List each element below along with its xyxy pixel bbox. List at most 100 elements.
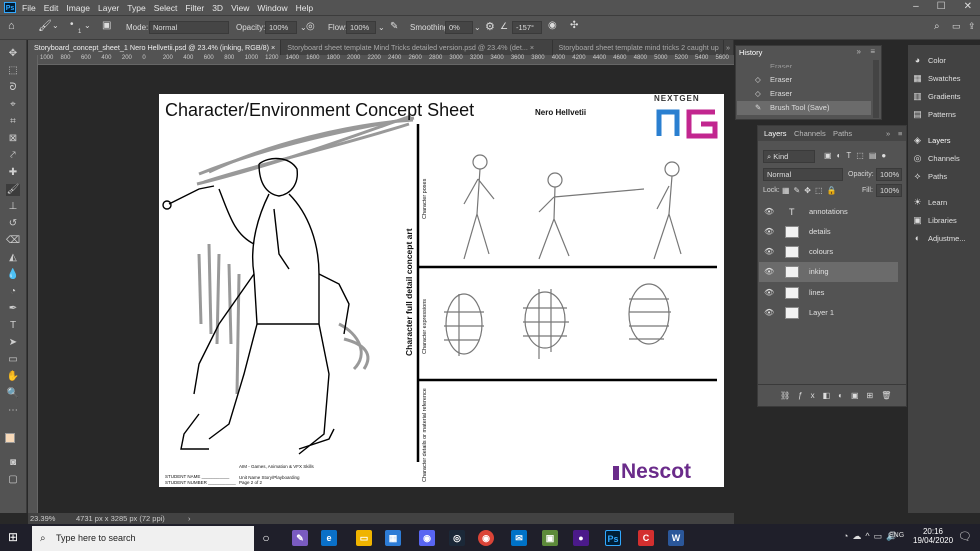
windows-start-icon[interactable]: ⊞ <box>8 530 18 544</box>
mail-icon[interactable]: ✉ <box>511 530 527 546</box>
dock-adjustments[interactable]: ◐ Adjustme... <box>912 233 966 244</box>
menu-3d[interactable]: 3D <box>212 3 223 13</box>
blur-tool-icon[interactable]: 💧 <box>6 269 20 281</box>
tab-channels[interactable]: Channels <box>794 129 826 138</box>
lock-icons[interactable]: ▦✎✥⬚🔒 <box>782 186 840 195</box>
more-tools-icon[interactable]: ⋯ <box>6 405 20 417</box>
eye-icon[interactable]: 👁 <box>764 262 774 282</box>
panel-menu-icon[interactable]: ≡ <box>870 47 875 56</box>
brush-tool-icon[interactable]: 🖌 <box>38 19 52 32</box>
screen-mode-icon[interactable]: ▢ <box>6 474 20 486</box>
layer-filter-icons[interactable]: ▣◐T⬚▤● <box>824 151 891 160</box>
pressure-opacity-icon[interactable]: ◎ <box>306 21 315 32</box>
history-brush-icon[interactable]: ↺ <box>6 218 20 230</box>
brush-chevron-icon[interactable]: ⌄ <box>84 21 91 30</box>
dock-color[interactable]: ◕ Color <box>912 55 946 66</box>
document-canvas[interactable]: Character/Environment Concept Sheet Nero… <box>159 94 724 487</box>
language-indicator[interactable]: ENG <box>889 532 904 539</box>
steam-icon[interactable]: ◎ <box>449 530 465 546</box>
eye-icon[interactable]: 👁 <box>764 242 774 262</box>
quick-select-icon[interactable]: ⌖ <box>6 99 20 111</box>
gear-icon[interactable]: ⚙ <box>485 20 495 33</box>
file-explorer-icon[interactable]: ▭ <box>356 530 372 546</box>
chrome-icon[interactable]: ◉ <box>478 530 494 546</box>
eraser-tool-icon[interactable]: ⌫ <box>6 235 20 247</box>
fill-input[interactable]: 100% <box>876 184 902 197</box>
quick-mask-icon[interactable]: ◙ <box>6 457 20 469</box>
status-arrow-icon[interactable]: › <box>188 513 191 524</box>
symmetry-icon[interactable]: ✣ <box>570 20 578 31</box>
flow-input[interactable]: 100% <box>346 21 376 34</box>
taskbar-clock[interactable]: 20:16 19/04/2020 <box>913 527 953 545</box>
maximize-icon[interactable]: ☐ <box>937 1 946 12</box>
foreground-color-swatch[interactable] <box>5 433 15 443</box>
menu-type[interactable]: Type <box>127 3 145 13</box>
tab-close-icon[interactable]: × <box>530 43 534 52</box>
healing-brush-icon[interactable]: ✚ <box>6 167 20 179</box>
word-icon[interactable]: W <box>668 530 684 546</box>
path-select-icon[interactable]: ➤ <box>6 337 20 349</box>
paint-bucket-icon[interactable]: ◭ <box>6 252 20 264</box>
tab-storyboard-mind-tricks-detailed[interactable]: Storyboard sheet template Mind Tricks de… <box>281 40 553 55</box>
zoom-tool-icon[interactable]: 🔍 <box>6 388 20 400</box>
panel-menu-icon[interactable]: ≡ <box>898 129 902 138</box>
panel-collapse-icon[interactable]: » <box>857 47 861 56</box>
minimize-icon[interactable]: – <box>913 1 919 12</box>
menu-view[interactable]: View <box>231 3 249 13</box>
menu-help[interactable]: Help <box>296 3 313 13</box>
menu-filter[interactable]: Filter <box>185 3 204 13</box>
tab-storyboard-mind-tricks-2[interactable]: Storyboard sheet template mind tricks 2 … <box>553 40 725 55</box>
clone-stamp-icon[interactable]: ⊥ <box>6 201 20 213</box>
brush-settings-icon[interactable]: ▣ <box>102 20 111 31</box>
rectangle-tool-icon[interactable]: ▭ <box>6 354 20 366</box>
move-tool-icon[interactable]: ✥ <box>6 48 20 60</box>
tab-storyboard-concept-sheet[interactable]: Storyboard_concept_sheet_1 Nero Hellveti… <box>28 40 282 55</box>
smoothing-input[interactable]: 0% <box>445 21 473 34</box>
discord-icon[interactable]: ◉ <box>419 530 435 546</box>
creative-cloud-icon[interactable]: C <box>638 530 654 546</box>
dock-gradients[interactable]: ▥ Gradients <box>912 91 960 102</box>
tab-layers[interactable]: Layers <box>764 129 787 138</box>
angle-input[interactable]: -157° <box>512 21 542 34</box>
layers-footer-actions[interactable]: ⛓ƒx◧◐▣⊞🗑 <box>758 384 906 406</box>
menu-window[interactable]: Window <box>257 3 287 13</box>
menu-image[interactable]: Image <box>66 3 90 13</box>
taskbar-search[interactable]: ⌕ Type here to search <box>32 526 254 551</box>
tab-close-icon[interactable]: × <box>271 43 275 52</box>
history-row-partial[interactable]: Eraser <box>737 60 871 68</box>
history-scrollbar[interactable] <box>873 60 879 118</box>
minecraft-icon[interactable]: ▣ <box>542 530 558 546</box>
history-row-eraser-2[interactable]: ◇ Eraser <box>737 87 871 101</box>
menu-file[interactable]: File <box>22 3 36 13</box>
history-title[interactable]: History <box>739 48 762 57</box>
dock-layers[interactable]: ◈ Layers <box>912 135 950 146</box>
menu-layer[interactable]: Layer <box>98 3 119 13</box>
crop-tool-icon[interactable]: ⌗ <box>6 116 20 128</box>
brush-tool-icon[interactable]: 🖌 <box>6 184 20 196</box>
windows-ink-icon[interactable]: ✎ <box>292 530 308 546</box>
layer-row-colours[interactable]: 👁 colours <box>759 242 898 262</box>
layer-row-lines[interactable]: 👁 lines <box>759 283 898 303</box>
brush-preset-icon[interactable]: • <box>70 19 74 30</box>
menu-edit[interactable]: Edit <box>44 3 59 13</box>
dock-paths[interactable]: ⟡ Paths <box>912 171 948 182</box>
layer-row-annotations[interactable]: 👁 T annotations <box>759 202 898 222</box>
dock-channels[interactable]: ◎ Channels <box>912 153 960 164</box>
task-view-icon[interactable]: ○ <box>258 530 274 546</box>
eye-icon[interactable]: 👁 <box>764 202 774 222</box>
store-icon[interactable]: ▦ <box>385 530 401 546</box>
opacity-input[interactable]: 100% <box>265 21 297 34</box>
hand-tool-icon[interactable]: ✋ <box>6 371 20 383</box>
lasso-tool-icon[interactable]: ᘐ <box>6 82 20 94</box>
layer-row-inking[interactable]: 👁 inking <box>759 262 898 282</box>
dock-learn[interactable]: ☀ Learn <box>912 197 947 208</box>
zoom-level[interactable]: 23.39% <box>30 513 55 524</box>
dock-swatches[interactable]: ▦ Swatches <box>912 73 960 84</box>
history-row-brush-save[interactable]: ✎ Brush Tool (Save) <box>737 101 871 115</box>
layer-kind-filter[interactable]: ⌕ Kind <box>763 150 815 163</box>
eye-icon[interactable]: 👁 <box>764 283 774 303</box>
pen-tool-icon[interactable]: ✒ <box>6 303 20 315</box>
mode-select[interactable]: Normal <box>149 21 229 34</box>
app-icon[interactable]: ● <box>573 530 589 546</box>
edge-icon[interactable]: e <box>321 530 337 546</box>
